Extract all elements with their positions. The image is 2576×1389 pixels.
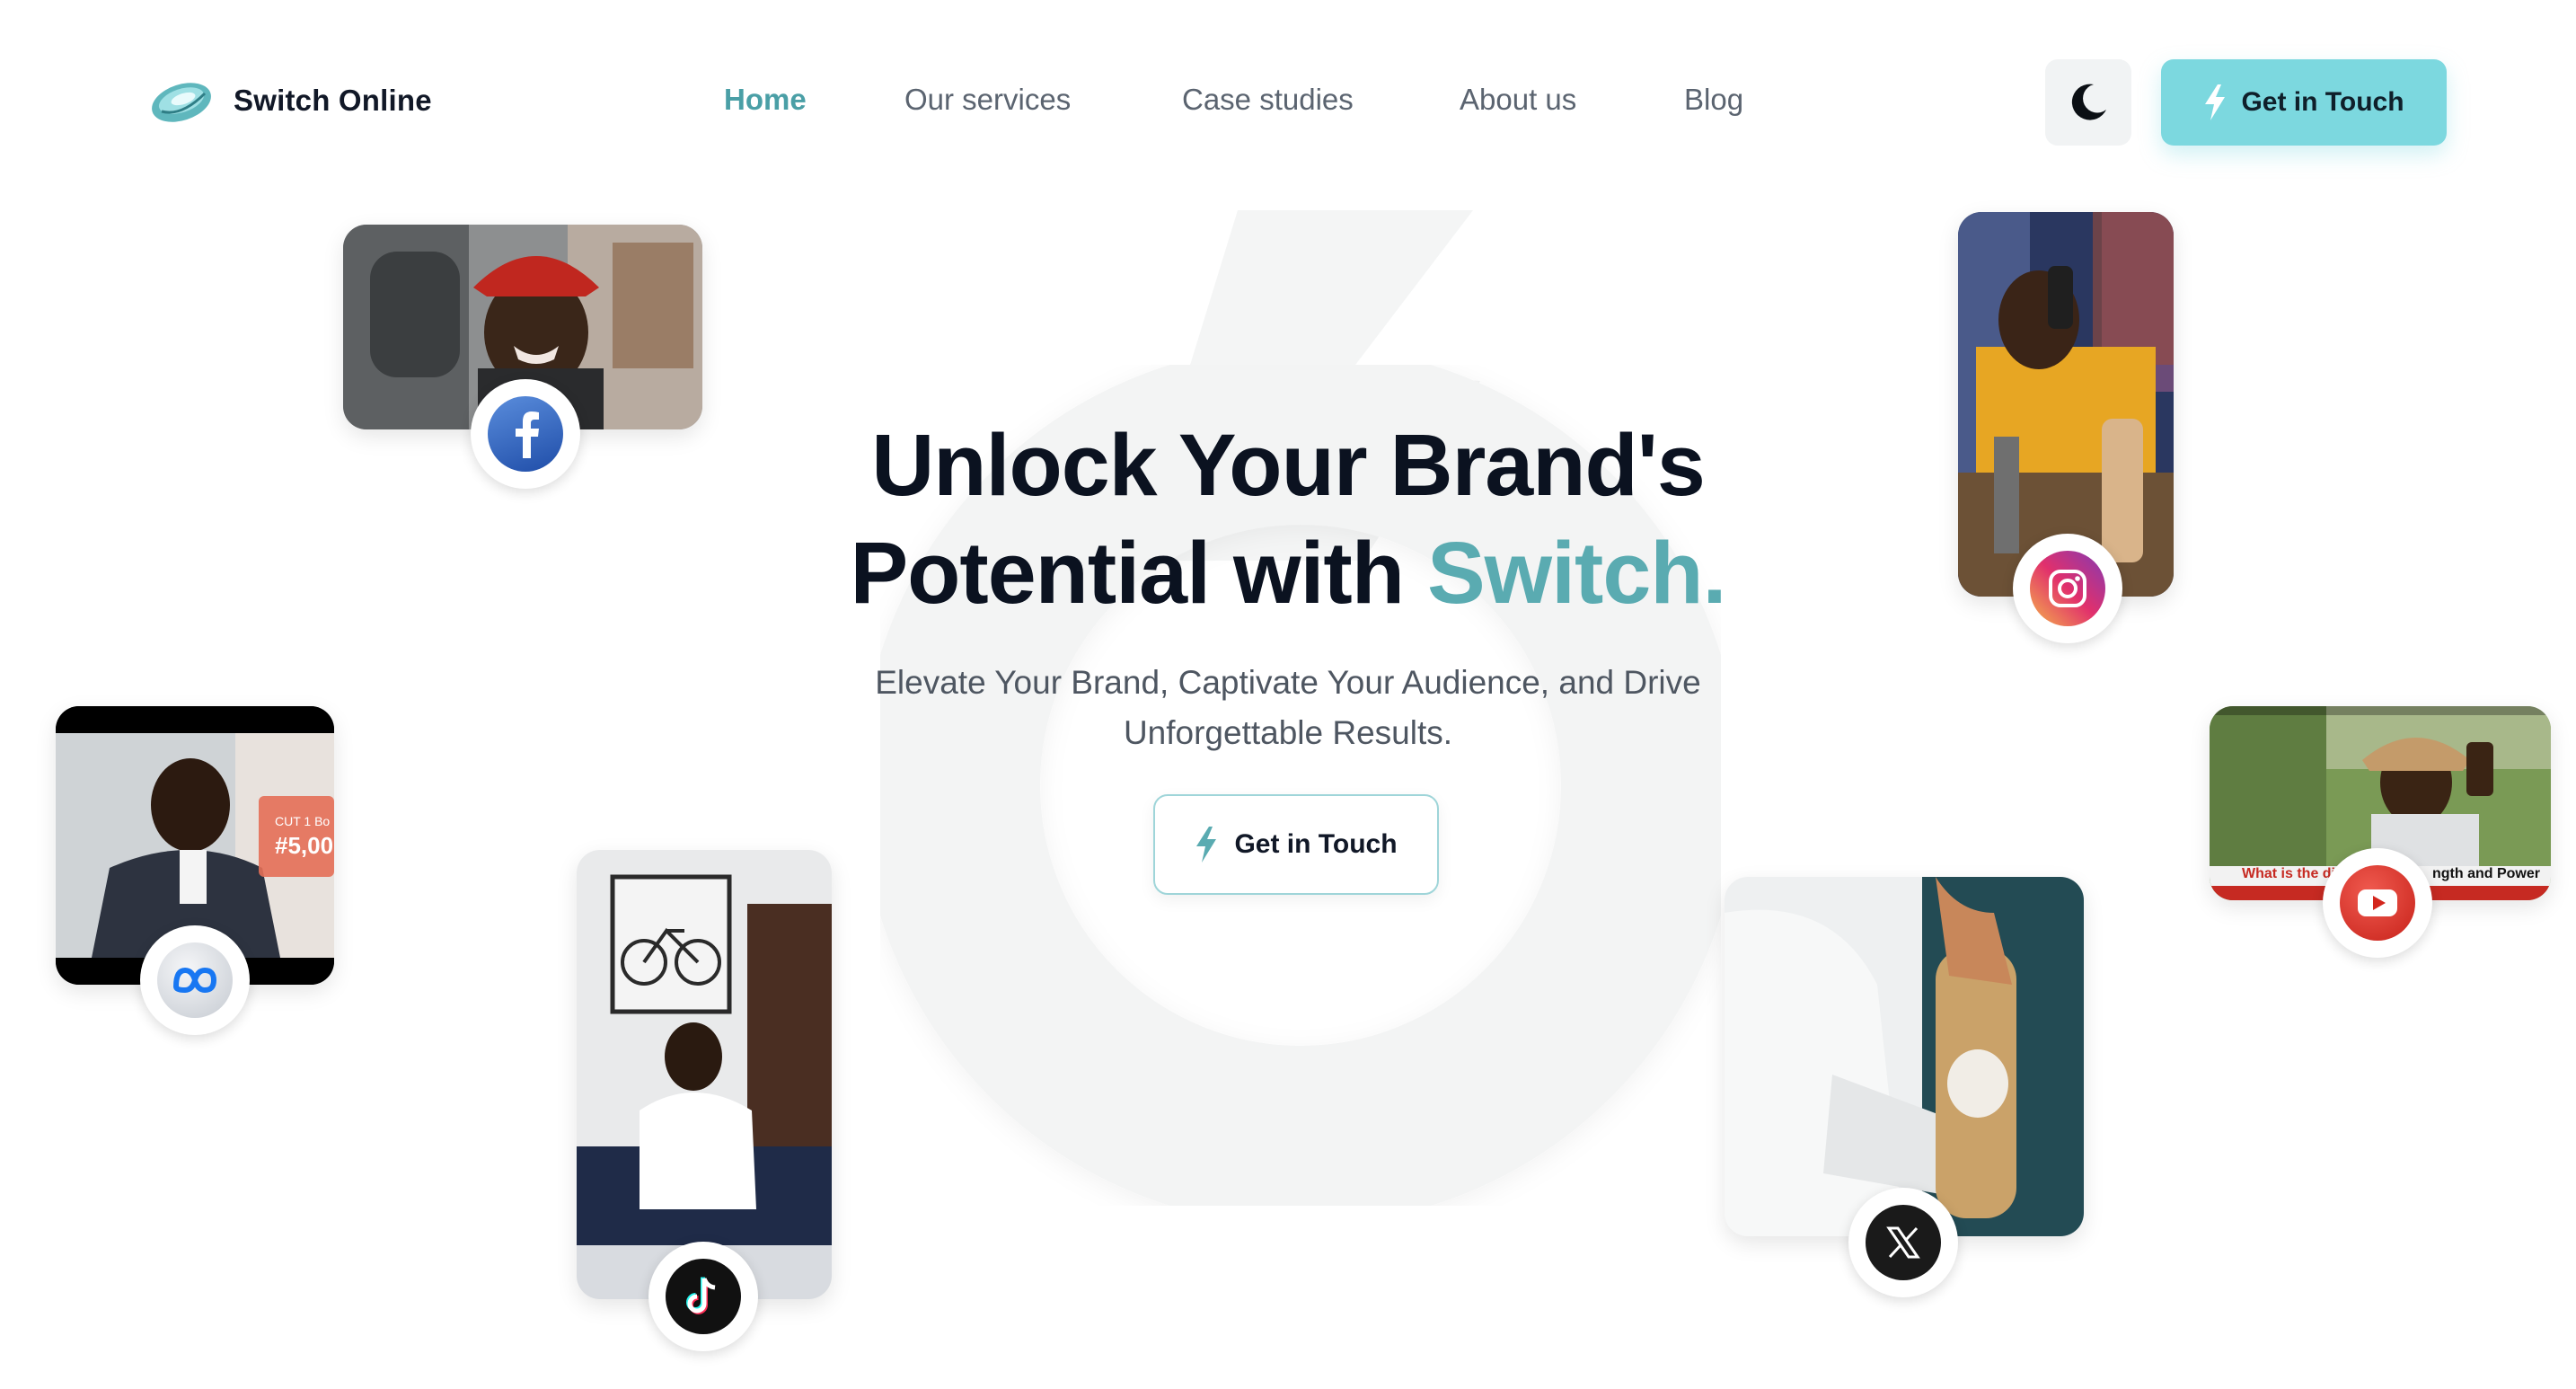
get-in-touch-header-button[interactable]: Get in Touch — [2161, 59, 2447, 146]
nav-blog[interactable]: Blog — [1684, 83, 1743, 117]
facebook-badge[interactable] — [471, 379, 580, 489]
hero-title: Unlock Your Brand's Potential with Switc… — [0, 411, 2576, 627]
meta-badge[interactable] — [140, 925, 250, 1035]
media-card-tiktok[interactable] — [577, 850, 832, 1299]
youtube-icon — [2340, 865, 2415, 941]
hero-subtitle: Elevate Your Brand, Captivate Your Audie… — [0, 658, 2576, 758]
lightning-icon — [2205, 84, 2226, 120]
x-badge[interactable] — [1848, 1188, 1958, 1297]
nav-about-us[interactable]: About us — [1460, 83, 1576, 117]
tiktok-badge[interactable] — [648, 1242, 758, 1351]
instagram-badge[interactable] — [2013, 534, 2122, 643]
hero-title-accent: Switch — [1426, 524, 1704, 622]
theme-toggle-button[interactable] — [2045, 59, 2131, 146]
hero-title-line2: Potential with — [850, 524, 1427, 622]
overlay-text: CUT 1 Bo — [275, 814, 331, 828]
nav-case-studies[interactable]: Case studies — [1182, 83, 1354, 117]
get-in-touch-hero-label: Get in Touch — [1234, 829, 1398, 859]
get-in-touch-header-label: Get in Touch — [2241, 87, 2404, 117]
lightning-icon — [1196, 827, 1217, 863]
meta-icon — [157, 942, 233, 1018]
hero-title-dot: . — [1702, 524, 1727, 622]
facebook-icon — [488, 396, 563, 472]
media-card-x[interactable] — [1725, 877, 2084, 1236]
tiktok-icon — [666, 1259, 741, 1334]
youtube-badge[interactable] — [2323, 848, 2432, 958]
x-icon — [1866, 1205, 1941, 1280]
moon-icon — [2071, 84, 2106, 120]
video-thumbnail — [577, 850, 832, 1299]
instagram-icon — [2030, 551, 2105, 626]
landing-page: Switch Online Home Our services Case stu… — [0, 0, 2576, 1389]
video-caption-right: ngth and Power — [2432, 866, 2540, 881]
nav-our-services[interactable]: Our services — [904, 83, 1071, 117]
get-in-touch-hero-button[interactable]: Get in Touch — [1153, 794, 1439, 895]
overlay-amount: #5,00 — [275, 832, 334, 859]
video-thumbnail — [1725, 877, 2084, 1236]
hero-subtitle-line2: Unforgettable Results. — [1123, 714, 1453, 751]
hero-subtitle-line1: Elevate Your Brand, Captivate Your Audie… — [875, 664, 1701, 701]
nav-home[interactable]: Home — [724, 83, 807, 117]
hero-title-line1: Unlock Your Brand's — [871, 416, 1706, 514]
